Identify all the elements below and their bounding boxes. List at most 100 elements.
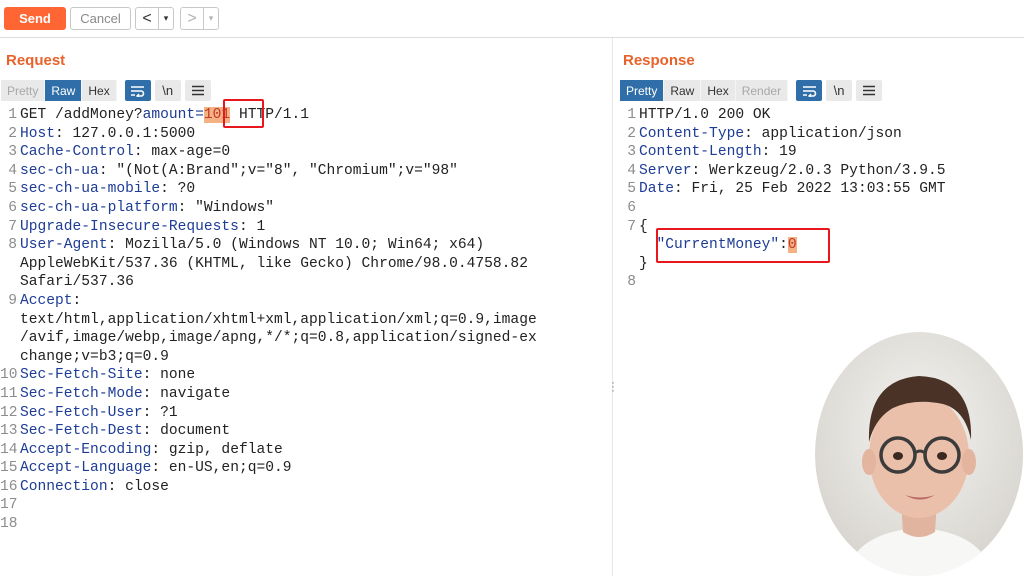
line-number (619, 255, 639, 274)
code-line: 15 Accept-Language: en-US,en;q=0.9 (0, 459, 610, 478)
line-text: Accept-Encoding: gzip, deflate (20, 441, 283, 460)
back-arrow-icon[interactable]: < (136, 8, 158, 29)
header-name: User-Agent (20, 237, 108, 254)
code-text: : (72, 292, 82, 309)
code-text: : close (107, 478, 169, 495)
header-name: Upgrade-Insecure-Requests (20, 218, 239, 235)
line-text: User-Agent: Mozilla/5.0 (Windows NT 10.0… (20, 236, 484, 255)
code-text: text/html,application/xhtml+xml,applicat… (20, 311, 537, 328)
header-name: Sec-Fetch-Site (20, 367, 143, 384)
panel-divider[interactable] (612, 38, 613, 576)
back-dropdown-icon[interactable]: ▾ (158, 8, 173, 29)
line-text: } (639, 255, 648, 274)
code-line: Safari/537.36 (0, 273, 610, 292)
line-number: 2 (627, 125, 636, 142)
response-tab-raw[interactable]: Raw (664, 80, 702, 101)
request-tab-raw[interactable]: Raw (45, 80, 83, 101)
request-tabbar: Pretty Raw Hex \n (1, 80, 211, 101)
header-name: amount= (142, 107, 204, 123)
line-number: 10 (0, 367, 18, 384)
header-name: Content-Type (639, 125, 745, 142)
code-text: : "(Not(A:Brand";v="8", "Chromium";v="98… (98, 162, 458, 179)
line-text: sec-ch-ua: "(Not(A:Brand";v="8", "Chromi… (20, 162, 458, 181)
line-text: sec-ch-ua-mobile: ?0 (20, 180, 195, 199)
code-text: GET /addMoney? (20, 107, 143, 123)
line-number (619, 236, 639, 255)
line-number: 7 (8, 218, 17, 235)
request-editor[interactable]: 1 GET /addMoney?amount=101 HTTP/1.1 2 Host:… (0, 106, 610, 534)
header-name: Accept-Language (20, 460, 152, 477)
line-number (0, 273, 20, 292)
line-number: 12 (0, 404, 18, 421)
request-tab-hex[interactable]: Hex (82, 80, 117, 101)
line-text: text/html,application/xhtml+xml,applicat… (20, 311, 537, 330)
line-number: 1 (8, 107, 17, 123)
request-panel-title: Request (6, 52, 66, 69)
line-text: Host: 127.0.0.1:5000 (20, 125, 195, 144)
header-name: Content-Length (639, 144, 762, 161)
line-number: 17 (0, 497, 18, 514)
hamburger-menu-icon[interactable] (856, 80, 883, 101)
send-button[interactable]: Send (4, 7, 66, 30)
code-text: : "Windows" (177, 199, 274, 216)
line-number: 15 (0, 460, 18, 477)
forward-arrow-icon[interactable]: > (181, 8, 203, 29)
code-line: 4 Server: Werkzeug/2.0.3 Python/3.9.5 (619, 162, 1019, 181)
code-line: 6 (619, 199, 1019, 218)
line-text: sec-ch-ua-platform: "Windows" (20, 199, 274, 218)
code-text: : 19 (761, 144, 797, 161)
newline-icon[interactable]: \n (826, 80, 853, 101)
line-text: Cache-Control: max-age=0 (20, 143, 230, 162)
line-text: Sec-Fetch-Site: none (20, 366, 195, 385)
code-text: /avif,image/webp,image/apng,*/*;q=0.8,ap… (20, 330, 537, 347)
line-text: Accept-Language: en-US,en;q=0.9 (20, 459, 292, 478)
code-line: 3 Cache-Control: max-age=0 (0, 143, 610, 162)
response-tab-render[interactable]: Render (735, 80, 789, 101)
code-line: 6 sec-ch-ua-platform: "Windows" (0, 199, 610, 218)
code-text: : document (142, 423, 231, 440)
code-line: 8 (619, 273, 1019, 292)
response-panel-title: Response (623, 52, 695, 69)
code-text: : ?1 (142, 404, 178, 421)
code-line: change;v=b3;q=0.9 (0, 348, 610, 367)
newline-icon[interactable]: \n (154, 80, 181, 101)
header-name: sec-ch-ua-mobile (20, 181, 161, 198)
code-text: } (639, 255, 648, 272)
webcam-overlay (815, 332, 1024, 576)
code-text: : Werkzeug/2.0.3 Python/3.9.5 (691, 162, 946, 179)
line-number: 7 (627, 218, 636, 235)
line-number: 5 (627, 181, 636, 198)
line-text: GET /addMoney?amount=101 HTTP/1.1 (20, 106, 309, 125)
code-line: 5 Date: Fri, 25 Feb 2022 13:03:55 GMT (619, 180, 1019, 199)
response-tab-pretty[interactable]: Pretty (620, 80, 665, 101)
response-tabbar: Pretty Raw Hex Render \n (620, 80, 883, 101)
line-text: Sec-Fetch-Dest: document (20, 422, 230, 441)
response-tab-hex[interactable]: Hex (701, 80, 736, 101)
request-tab-pretty[interactable]: Pretty (1, 80, 46, 101)
line-text: /avif,image/webp,image/apng,*/*;q=0.8,ap… (20, 329, 537, 348)
hamburger-menu-icon[interactable] (184, 80, 211, 101)
line-number: 3 (8, 144, 17, 161)
code-text: : Fri, 25 Feb 2022 13:03:55 GMT (674, 181, 946, 198)
code-text: : en-US,en;q=0.9 (151, 460, 292, 477)
code-text: : max-age=0 (133, 144, 231, 161)
line-number: 2 (8, 125, 17, 142)
line-text: Sec-Fetch-User: ?1 (20, 404, 178, 423)
code-line: 1 GET /addMoney?amount=101 HTTP/1.1 (0, 106, 610, 125)
cancel-button[interactable]: Cancel (70, 7, 131, 30)
line-number (0, 329, 20, 348)
history-back-group: < ▾ (135, 7, 174, 30)
code-line: 18 (0, 515, 610, 534)
response-editor[interactable]: 1 HTTP/1.0 200 OK 2 Content-Type: applicati… (619, 106, 1019, 292)
line-text: HTTP/1.0 200 OK (639, 106, 770, 125)
line-number: 13 (0, 423, 18, 440)
word-wrap-icon[interactable] (796, 80, 823, 101)
header-name: Sec-Fetch-Mode (20, 385, 143, 402)
line-number: 14 (0, 441, 18, 458)
code-line: 13 Sec-Fetch-Dest: document (0, 422, 610, 441)
line-number: 11 (0, 385, 18, 402)
header-name: Cache-Control (20, 144, 134, 161)
word-wrap-icon[interactable] (124, 80, 151, 101)
vertical-dots-icon[interactable]: · · · (611, 376, 615, 396)
forward-dropdown-icon[interactable]: ▾ (203, 8, 218, 29)
